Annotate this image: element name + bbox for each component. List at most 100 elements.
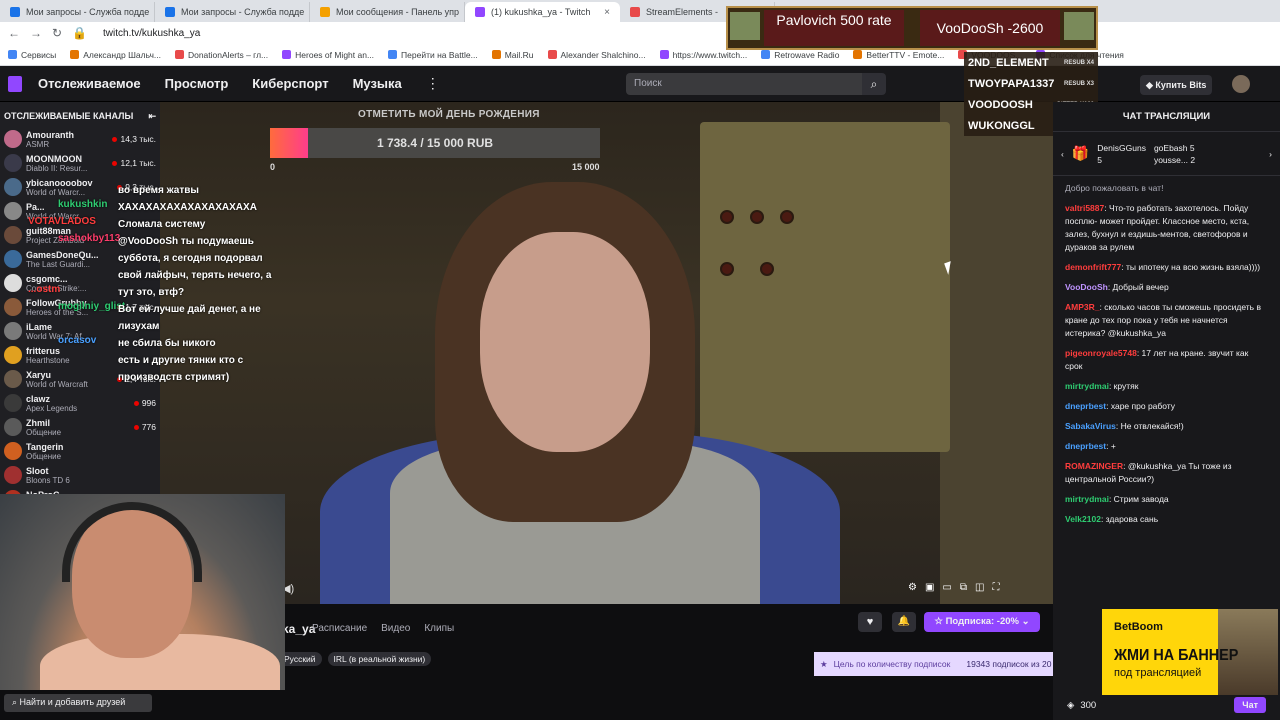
viewer-count-text: 14,3 тыс. <box>120 134 156 144</box>
gifter-name[interactable]: yousse... 2 <box>1154 155 1195 165</box>
overlay-chat-line: Сломала систему <box>118 219 206 230</box>
betboom-ad-banner[interactable]: BetBoom ЖМИ НА БАННЕР под трансляцией <box>1102 609 1278 695</box>
nav-music[interactable]: Музыка <box>353 76 402 91</box>
viewer-count: 12,1 тыс. <box>112 158 156 168</box>
chat-username[interactable]: mirtrydmai <box>1065 494 1109 504</box>
overlay-chat-name: ...ostm <box>28 284 61 295</box>
search-input[interactable]: Поиск <box>626 73 862 95</box>
bookmark-item[interactable]: DonationAlerts – гл... <box>174 49 269 60</box>
sidebar-channel[interactable]: Sloot Bloons TD 6 <box>0 463 160 487</box>
tag-category[interactable]: IRL (в реальной жизни) <box>327 652 432 666</box>
channel-points-icon[interactable]: ◈ <box>1067 700 1074 711</box>
channel-text: clawz Apex Legends <box>26 394 98 413</box>
chat-username[interactable]: AMP3R_ <box>1065 302 1099 312</box>
nav-following[interactable]: Отслеживаемое <box>38 76 141 91</box>
more-icon[interactable]: ⋮ <box>426 75 440 92</box>
channel-points: 300 <box>1080 699 1097 711</box>
nav-browse[interactable]: Просмотр <box>165 76 229 91</box>
subscribe-button[interactable]: ☆ Подписка: -20% ⌄ <box>924 612 1040 632</box>
chat-username[interactable]: dneprbest <box>1065 401 1106 411</box>
browser-tab[interactable]: (1) kukushka_ya - Twitch × <box>465 2 620 22</box>
goal-star-icon: ★ <box>820 658 828 669</box>
find-friends-label: Найти и добавить друзей <box>19 697 126 707</box>
chat-text: Не отвлекайся!) <box>1120 421 1184 431</box>
chat-username[interactable]: mirtrydmai <box>1065 381 1109 391</box>
alert-right: VooDooSh -2600 <box>920 10 1060 46</box>
tab-clips[interactable]: Клипы <box>424 623 454 634</box>
gifter-name[interactable]: DenisGGuns <box>1097 143 1146 153</box>
bookmark-item[interactable]: Александр Шальч... <box>70 50 161 60</box>
user-avatar[interactable] <box>1232 75 1250 93</box>
chat-message: dneprbest: + <box>1065 440 1268 453</box>
chat-username[interactable]: VooDooSh <box>1065 282 1108 292</box>
sidebar-channel[interactable]: Tangerin Общение <box>0 439 160 463</box>
star-icon: ☆ <box>934 616 946 627</box>
bookmark-label: DonationAlerts – гл... <box>187 49 269 60</box>
tab-schedule[interactable]: Расписание <box>312 623 367 634</box>
theatre-icon[interactable]: ▭ <box>942 582 951 593</box>
chat-username[interactable]: Velk2102 <box>1065 514 1101 524</box>
chat-send-button[interactable]: Чат <box>1234 697 1266 713</box>
clip-icon[interactable]: ▣ <box>925 582 934 593</box>
bookmark-icon <box>491 50 501 59</box>
gifter-count: 5 <box>1189 142 1195 153</box>
chat-username[interactable]: SabakaVirus <box>1065 421 1116 431</box>
popout-icon[interactable]: ⧉ <box>960 582 967 593</box>
bookmark-item[interactable]: Mail.Ru <box>491 50 534 60</box>
bookmark-item[interactable]: https://www.twitch... <box>659 50 747 60</box>
overlay-chat-name <box>0 264 120 281</box>
donation-goal-min: 0 <box>270 162 276 172</box>
sidebar-channel[interactable]: clawz Apex Legends 996 <box>0 391 160 415</box>
chat-username[interactable]: valtri5887 <box>1065 203 1104 213</box>
channel-text: Zhmil Общение <box>26 418 98 437</box>
nav-esports[interactable]: Киберспорт <box>252 76 328 91</box>
bookmark-icon <box>547 50 557 59</box>
chevron-right-icon[interactable]: › <box>1269 149 1272 159</box>
bookmark-item[interactable]: Retrowave Radio <box>761 50 839 60</box>
sidebar-channel[interactable]: Zhmil Общение 776 <box>0 415 160 439</box>
reload-icon[interactable]: ↻ <box>52 26 62 40</box>
tab-videos[interactable]: Видео <box>381 623 410 634</box>
chat-message-list: valtri5887: Что-то работать захотелось. … <box>1065 202 1268 526</box>
back-icon[interactable]: ← <box>8 26 20 40</box>
browser-tab[interactable]: Мои запросы - Служба подде× <box>0 2 155 22</box>
tab-label: (1) kukushka_ya - Twitch <box>491 7 591 17</box>
chat-message: pigeonroyale5748: 17 лет на кране. звучи… <box>1065 347 1268 373</box>
close-icon[interactable]: × <box>604 7 610 18</box>
url-field[interactable]: twitch.tv/kukushka_ya <box>103 28 200 39</box>
find-friends-input[interactable]: ⌕ Найти и добавить друзей <box>4 694 152 712</box>
streamer-face <box>480 232 650 452</box>
chat-message: AMP3R_: сколько часов ты сможешь просиде… <box>1065 301 1268 340</box>
bookmark-item[interactable]: BetterTTV - Emote... <box>853 50 944 60</box>
video-player[interactable]: ОТМЕТИТЬ МОЙ ДЕНЬ РОЖДЕНИЯ 1 738.4 / 15 … <box>160 102 1053 604</box>
chevron-left-icon[interactable]: ‹ <box>1061 149 1064 159</box>
follow-heart-icon[interactable]: ♥ <box>858 612 882 632</box>
browser-tab[interactable]: Мои запросы - Служба подде× <box>155 2 310 22</box>
twitch-logo-icon[interactable] <box>8 75 22 92</box>
chat-username[interactable]: pigeonroyale5748 <box>1065 348 1137 358</box>
notification-bell-icon[interactable]: 🔔 <box>892 612 916 632</box>
sidebar-channel[interactable]: Amouranth ASMR 14,3 тыс. <box>0 127 160 151</box>
bookmark-item[interactable]: Перейти на Battle... <box>388 50 478 60</box>
chat-username[interactable]: dneprbest <box>1065 441 1106 451</box>
collapse-icon[interactable]: ⇤ <box>148 111 156 122</box>
forward-icon[interactable]: → <box>30 26 42 40</box>
gifter-name-text: yousse... <box>1153 154 1188 165</box>
browser-tab[interactable]: Мои сообщения - Панель упр× <box>310 2 465 22</box>
event-item: 2ND_ELEMENT RESUB X4 <box>964 52 1098 73</box>
settings-icon[interactable]: ⚙ <box>908 582 917 593</box>
chat-username[interactable]: ROMAZINGER <box>1065 461 1123 471</box>
bits-icon: ◆ <box>1146 80 1156 90</box>
event-item: TWOYPAPA1337 RESUB X3 <box>964 73 1098 94</box>
search-icon[interactable]: ⌕ <box>862 73 886 95</box>
bookmark-item[interactable]: Сервисы <box>8 50 56 60</box>
gifter-name[interactable]: goEbash 5 <box>1154 143 1195 153</box>
fullscreen-icon[interactable]: ⛶ <box>992 582 999 593</box>
bookmark-item[interactable]: Heroes of Might an... <box>282 50 374 60</box>
mini-player-icon[interactable]: ◫ <box>975 582 984 593</box>
buy-bits-button[interactable]: ◆ Купить Bits <box>1140 75 1213 95</box>
sidebar-channel[interactable]: MOONMOON Diablo II: Resur... 12,1 тыс. <box>0 151 160 175</box>
donation-goal-label: ОТМЕТИТЬ МОЙ ДЕНЬ РОЖДЕНИЯ <box>358 109 540 120</box>
chat-username[interactable]: demonfrift777 <box>1065 262 1121 272</box>
bookmark-item[interactable]: Alexander Shalchino... <box>547 50 646 60</box>
